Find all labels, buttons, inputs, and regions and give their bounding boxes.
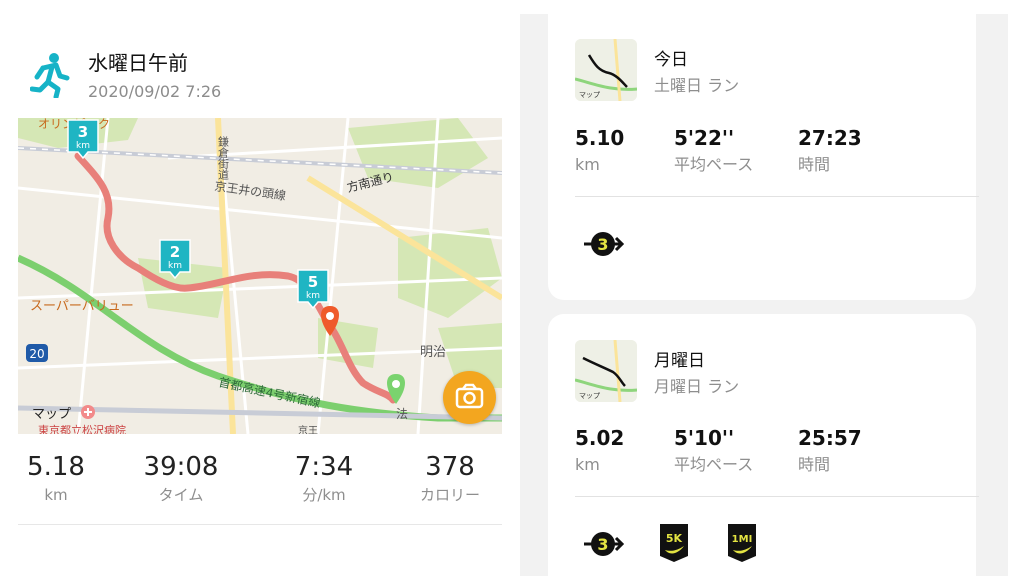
run-detail-panel: 水曜日午前 2020/09/02 7:26 鎌倉街道 京王井の頭線 方南通り ス… (0, 0, 520, 576)
svg-text:km: km (168, 261, 182, 271)
stat-time: 39:08 タイム (126, 450, 236, 506)
route-map[interactable]: オリンピック 鎌倉街道 京王井の頭線 方南通り スーパーバリュー 20 首都高速… (18, 118, 502, 434)
activity-list: マップ 今日 土曜日 ラン 5.10 km 5'22'' 平均ペース 27:23… (520, 14, 1008, 576)
apple-maps-label: マップ (32, 407, 71, 422)
1mi-badge-icon[interactable]: 1MI (724, 522, 760, 564)
activity-duration: 27:23 時間 (798, 125, 862, 179)
activity-card[interactable]: マップ 月曜日 月曜日 ラン 5.02 km 5'10'' 平均ペース 25:5… (548, 314, 979, 576)
stat-calories: 378 カロリー (395, 450, 505, 506)
svg-text:3: 3 (78, 123, 88, 141)
divider (575, 196, 979, 197)
activity-distance: 5.10 km (575, 125, 624, 179)
stat-label: 時間 (798, 155, 831, 174)
svg-text:5: 5 (308, 273, 318, 291)
run-datetime: 2020/09/02 7:26 (88, 82, 222, 101)
run-title: 水曜日午前 (88, 51, 188, 75)
stat-label: カロリー (419, 486, 480, 504)
running-person-icon (30, 53, 70, 98)
activity-pace: 5'10'' 平均ペース (674, 425, 753, 479)
run-stats: 5.18 km 39:08 タイム 7:34 分/km 378 カロリー (18, 450, 502, 510)
map-label: スーパーバリュー (30, 299, 134, 314)
svg-text:5K: 5K (666, 532, 683, 545)
activity-card[interactable]: マップ 今日 土曜日 ラン 5.10 km 5'22'' 平均ペース 27:23… (548, 14, 979, 300)
map-label: 明治 (420, 345, 446, 360)
map-label: 京王 (298, 424, 318, 434)
stat-label: km (575, 455, 600, 474)
stat-value: 5.02 (575, 426, 625, 450)
stat-value: 378 (425, 452, 475, 482)
svg-text:マップ: マップ (579, 91, 600, 99)
svg-text:マップ: マップ (579, 392, 600, 400)
stat-label: km (575, 155, 600, 174)
map-label: 東京都立松沢病院 (38, 423, 126, 434)
svg-text:3: 3 (597, 235, 608, 254)
route-thumbnail: マップ (575, 340, 637, 402)
map-label: 鎌倉街道 (217, 135, 230, 180)
stat-label: 平均ペース (674, 155, 754, 174)
streak-badge-icon[interactable]: 3 (582, 526, 624, 562)
stat-value: 5'10'' (674, 426, 735, 450)
svg-text:1MI: 1MI (732, 534, 753, 545)
activity-subtitle: 土曜日 ラン (654, 76, 740, 95)
stat-label: 分/km (302, 486, 346, 504)
stat-pace: 7:34 分/km (269, 450, 379, 506)
camera-icon (455, 383, 484, 409)
stat-value: 25:57 (798, 426, 862, 450)
stat-value: 5.18 (27, 452, 85, 482)
route-number-sign: 20 (29, 347, 44, 361)
5k-badge-icon[interactable]: 5K (656, 522, 692, 564)
stat-value: 27:23 (798, 126, 862, 150)
stat-label: 平均ペース (674, 455, 754, 474)
stat-value: 5'22'' (674, 126, 735, 150)
divider (575, 496, 979, 497)
stat-label: km (44, 486, 68, 504)
camera-button[interactable] (443, 371, 496, 424)
map-label: 法 (396, 407, 408, 421)
divider (18, 524, 502, 525)
svg-text:3: 3 (597, 535, 608, 554)
activity-subtitle: 月曜日 ラン (654, 377, 740, 396)
activity-duration: 25:57 時間 (798, 425, 862, 479)
km-marker-2: 2 km (159, 239, 191, 280)
svg-text:km: km (76, 141, 90, 151)
activity-pace: 5'22'' 平均ペース (674, 125, 753, 179)
map-canvas[interactable]: オリンピック 鎌倉街道 京王井の頭線 方南通り スーパーバリュー 20 首都高速… (18, 118, 502, 434)
stat-distance: 5.18 km (1, 450, 111, 506)
activity-distance: 5.02 km (575, 425, 624, 479)
route-thumbnail: マップ (575, 39, 637, 101)
activity-title: 月曜日 (654, 351, 705, 371)
svg-text:2: 2 (170, 243, 180, 261)
svg-text:km: km (306, 291, 320, 301)
activity-title: 今日 (654, 50, 688, 70)
stat-value: 7:34 (294, 452, 354, 482)
stat-label: タイム (158, 486, 204, 504)
stat-value: 39:08 (143, 452, 219, 482)
streak-badge-icon[interactable]: 3 (582, 226, 624, 262)
km-marker-3: 3 km (67, 119, 99, 160)
stat-label: 時間 (798, 455, 831, 474)
km-marker-5: 5 km (297, 269, 329, 310)
stat-value: 5.10 (575, 126, 625, 150)
